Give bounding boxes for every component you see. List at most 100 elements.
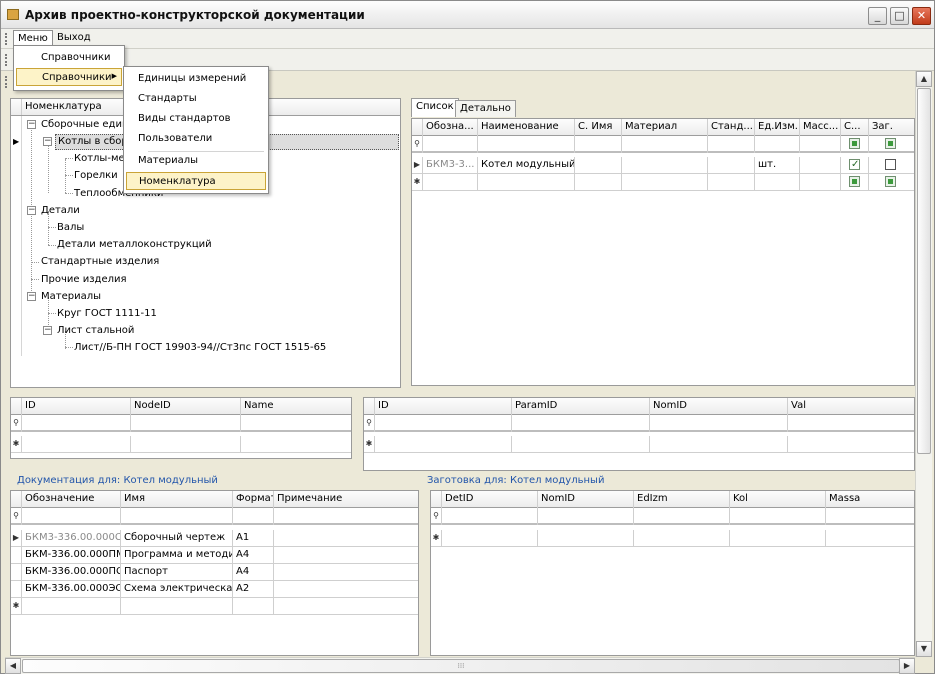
column-header[interactable]: Материал — [622, 119, 708, 136]
doc-name-cell[interactable]: Паспорт — [121, 564, 233, 581]
tab-detail[interactable]: Детально — [455, 100, 516, 117]
doc-format-cell[interactable]: A4 — [233, 564, 274, 581]
toolbar2-grip-icon[interactable] — [5, 76, 8, 88]
tree-node[interactable]: Котлы-мет — [74, 153, 130, 164]
column-header[interactable]: ID — [375, 398, 512, 415]
scroll-right-icon[interactable]: ▶ — [899, 658, 915, 674]
filter-cell[interactable] — [575, 136, 622, 153]
tree-toggle-icon[interactable]: − — [27, 206, 36, 215]
column-header[interactable]: Обозна... — [423, 119, 478, 136]
tree-toggle-icon[interactable]: − — [43, 137, 52, 146]
doc-note-cell[interactable] — [274, 530, 418, 547]
filter-cell[interactable] — [622, 136, 708, 153]
assembly-checkbox[interactable] — [849, 157, 860, 173]
column-header[interactable]: Наименование — [478, 119, 575, 136]
column-header[interactable]: Ед.Изм. — [755, 119, 800, 136]
tree-node[interactable]: Материалы — [41, 291, 101, 302]
doc-format-cell[interactable]: A2 — [233, 581, 274, 598]
scroll-left-icon[interactable]: ◀ — [5, 658, 21, 674]
filter-cell[interactable] — [423, 136, 478, 153]
new-row-checkbox[interactable] — [885, 176, 896, 187]
standard-cell[interactable] — [708, 157, 755, 174]
doc-format-cell[interactable]: A4 — [233, 547, 274, 564]
column-header[interactable]: ID — [22, 398, 131, 415]
new-row[interactable]: ✱ — [412, 174, 914, 191]
minimize-button[interactable]: _ — [868, 7, 887, 25]
column-header[interactable]: Формат — [233, 491, 274, 508]
table-row[interactable]: БКМ-336.00.000ПМ Программа и методи... A… — [11, 547, 418, 564]
tree-toggle-icon[interactable]: − — [27, 120, 36, 129]
submenu-item-materials[interactable]: Материалы — [126, 152, 210, 170]
scroll-up-icon[interactable]: ▲ — [916, 71, 932, 87]
table-row[interactable]: БКМ-336.00.000ПС Паспорт A4 — [11, 564, 418, 581]
menubar-grip-icon[interactable] — [5, 33, 8, 45]
filter-cell[interactable] — [755, 136, 800, 153]
submenu-item-users[interactable]: Пользователи — [126, 130, 224, 148]
submenu-item-standards[interactable]: Стандарты — [126, 90, 209, 108]
table-row[interactable]: ▶ БКМ3-336.00.000СБ Сборочный чертеж A1 — [11, 530, 418, 547]
menu-item-reference-submenu[interactable]: Справочники ▶ — [16, 68, 122, 86]
column-header[interactable]: С... — [841, 119, 869, 136]
close-button[interactable]: ✕ — [912, 7, 931, 25]
designation-cell[interactable]: БКМ3-3... — [423, 157, 478, 174]
table-row[interactable]: ▶ БКМ3-3... Котел модульный шт. — [412, 157, 914, 174]
table-row[interactable]: БКМ-336.00.000ЭО Схема электрическа... A… — [11, 581, 418, 598]
column-header[interactable]: DetID — [442, 491, 538, 508]
scroll-down-icon[interactable]: ▼ — [916, 641, 932, 657]
column-header[interactable]: Имя — [121, 491, 233, 508]
column-header[interactable]: Kol — [730, 491, 826, 508]
column-header[interactable]: Станд... — [708, 119, 755, 136]
doc-name-cell[interactable]: Схема электрическа... — [121, 581, 233, 598]
tab-list[interactable]: Список — [411, 98, 459, 117]
submenu-item-standard-types[interactable]: Виды стандартов — [126, 110, 243, 128]
tree-node[interactable]: Стандартные изделия — [41, 256, 159, 267]
tree-node[interactable]: Детали металлоконструкций — [57, 239, 212, 250]
new-row-checkbox[interactable] — [849, 176, 860, 187]
hscroll-thumb[interactable]: ⁞⁞⁞ — [22, 659, 900, 673]
doc-code-cell[interactable]: БКМ-336.00.000ЭО — [22, 581, 121, 598]
tree-node[interactable]: Прочие изделия — [41, 274, 127, 285]
filter-cell[interactable] — [800, 136, 841, 153]
filter-checkbox[interactable] — [885, 138, 896, 149]
new-row[interactable]: ✱ — [431, 530, 914, 547]
filter-cell[interactable] — [869, 136, 914, 153]
filter-cell[interactable] — [478, 136, 575, 153]
blank-checkbox[interactable] — [885, 159, 896, 170]
tree-node[interactable]: Круг ГОСТ 1111-11 — [57, 308, 157, 319]
tree-node[interactable]: Лист//Б-ПН ГОСТ 19903-94//Ст3пс ГОСТ 151… — [74, 342, 326, 353]
submenu-item-nomenclature[interactable]: Номенклатура — [126, 172, 266, 190]
column-header[interactable]: С. Имя — [575, 119, 622, 136]
short-name-cell[interactable] — [575, 157, 622, 174]
doc-name-cell[interactable]: Сборочный чертеж — [121, 530, 233, 547]
column-header[interactable]: Val — [788, 398, 914, 415]
column-header[interactable]: NomID — [538, 491, 634, 508]
material-cell[interactable] — [622, 157, 708, 174]
column-header[interactable]: ParamID — [512, 398, 650, 415]
tree-node[interactable]: Сборочные едини — [41, 119, 135, 130]
new-row[interactable]: ✱ — [11, 436, 351, 453]
tree-node[interactable]: Лист стальной — [57, 325, 134, 336]
doc-note-cell[interactable] — [274, 547, 418, 564]
filter-cell[interactable] — [841, 136, 869, 153]
main-horizontal-scrollbar[interactable]: ◀ ⁞⁞⁞ ▶ — [5, 657, 915, 674]
doc-code-cell[interactable]: БКМ-336.00.000ПМ — [22, 547, 121, 564]
filter-cell[interactable] — [708, 136, 755, 153]
main-vertical-scrollbar[interactable]: ▲ ▼ — [915, 71, 932, 657]
new-row[interactable]: ✱ — [11, 598, 418, 615]
column-header[interactable]: Примечание — [274, 491, 418, 508]
doc-note-cell[interactable] — [274, 564, 418, 581]
tree-node[interactable]: Горелки — [74, 170, 118, 181]
column-header[interactable]: Масс... — [800, 119, 841, 136]
doc-name-cell[interactable]: Программа и методи... — [121, 547, 233, 564]
toolbar-grip-icon[interactable] — [5, 54, 8, 66]
column-header[interactable]: NodeID — [131, 398, 241, 415]
column-header[interactable]: Name — [241, 398, 351, 415]
menu-item-reference[interactable]: Справочники — [16, 49, 122, 67]
column-header[interactable]: Massa — [826, 491, 914, 508]
doc-note-cell[interactable] — [274, 581, 418, 598]
submenu-item-units[interactable]: Единицы измерений — [126, 70, 258, 88]
filter-checkbox[interactable] — [849, 138, 860, 149]
doc-code-cell[interactable]: БКМ3-336.00.000СБ — [22, 530, 121, 547]
maximize-button[interactable]: □ — [890, 7, 909, 25]
column-header[interactable]: Обозначение — [22, 491, 121, 508]
